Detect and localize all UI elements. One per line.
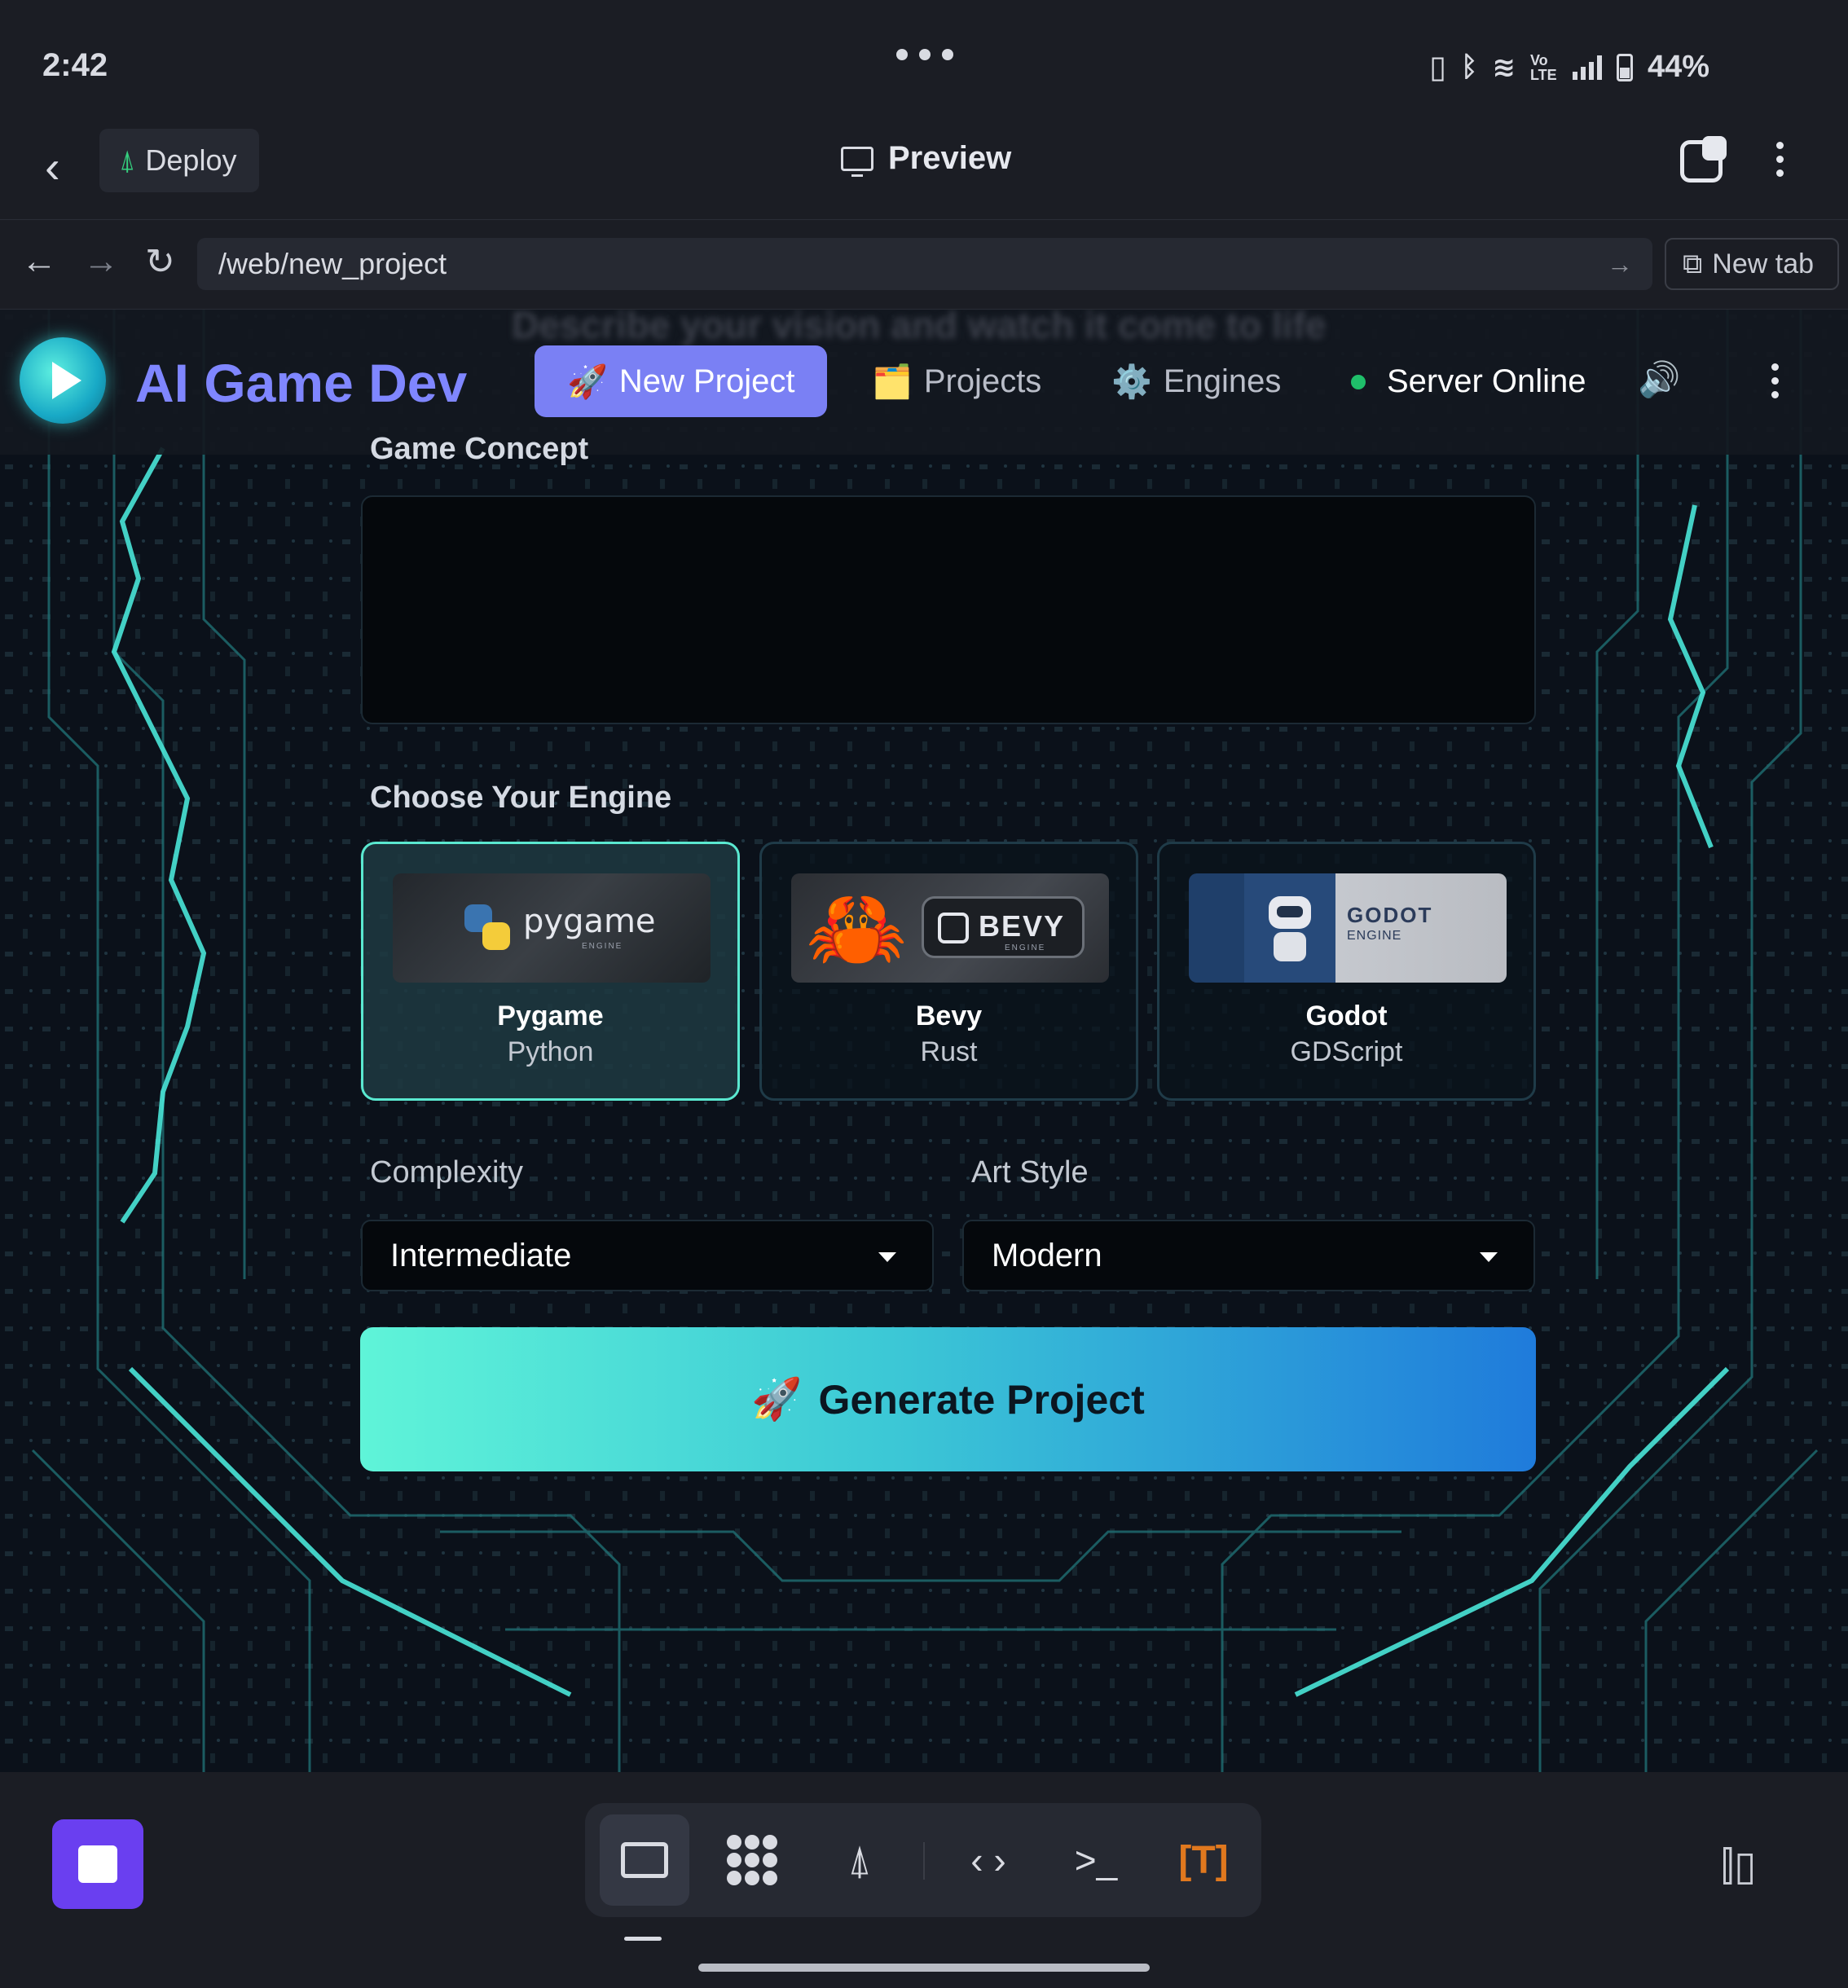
deploy-icon[interactable]: ⍋ bbox=[815, 1814, 904, 1906]
status-icons: ▯ ᛒ ≋ Vo LTE 44% bbox=[1429, 49, 1709, 86]
stop-button[interactable] bbox=[52, 1819, 143, 1909]
nav-projects-label: Projects bbox=[923, 363, 1042, 399]
engine-card-bevy[interactable]: 🦀 BEVY ENGINE Bevy Rust bbox=[759, 842, 1138, 1101]
reload-icon[interactable]: ↻ bbox=[145, 241, 175, 283]
terminal-icon[interactable]: >_ bbox=[1051, 1814, 1141, 1906]
tabs-icon[interactable] bbox=[1680, 136, 1727, 183]
rocket-icon: 🚀 bbox=[751, 1376, 803, 1422]
rocket-icon: 🚀 bbox=[567, 363, 608, 400]
art-style-value: Modern bbox=[992, 1237, 1102, 1273]
complexity-select[interactable]: Intermediate bbox=[361, 1220, 934, 1291]
game-concept-label: Game Concept bbox=[370, 432, 589, 466]
gear-icon: ⚙️ bbox=[1111, 363, 1152, 400]
more-menu-icon[interactable] bbox=[1776, 142, 1784, 177]
vibrate-icon: ▯ bbox=[1429, 51, 1447, 85]
godot-logo-text: GODOT bbox=[1347, 903, 1433, 927]
python-icon bbox=[464, 904, 510, 950]
faded-tagline: Describe your vision and watch it come t… bbox=[512, 310, 1327, 346]
bottom-toolbar: ⍋ ‹ › >_ [T] ⫿▯ bbox=[0, 1772, 1848, 1988]
nav-engines[interactable]: ⚙️ Engines bbox=[1079, 345, 1313, 417]
crab-icon: 🦀 bbox=[806, 883, 908, 974]
generate-project-button[interactable]: 🚀 Generate Project bbox=[360, 1327, 1536, 1471]
brand-title[interactable]: AI Game Dev bbox=[135, 352, 467, 414]
signal-icon bbox=[1572, 55, 1602, 80]
monitor-icon[interactable] bbox=[600, 1814, 689, 1906]
complexity-label: Complexity bbox=[370, 1155, 523, 1190]
art-style-label: Art Style bbox=[971, 1155, 1089, 1190]
engine-card-pygame[interactable]: pygame ENGINE Pygame Python bbox=[361, 842, 740, 1101]
url-row: ← → ↻ /web/new_project → ⧉ New tab bbox=[0, 220, 1848, 310]
volte-icon: Vo LTE bbox=[1529, 51, 1557, 83]
monitor-icon bbox=[841, 146, 873, 177]
deploy-icon: ⍋ bbox=[119, 144, 136, 176]
forward-arrow-icon[interactable]: → bbox=[83, 241, 119, 282]
bevy-logo-text: BEVY bbox=[979, 909, 1066, 943]
engine-language: Python bbox=[507, 1036, 594, 1067]
nav-projects[interactable]: 🗂️ Projects bbox=[839, 345, 1074, 417]
back-icon[interactable]: ‹ bbox=[45, 140, 60, 193]
tool-dock: ⍋ ‹ › >_ [T] bbox=[585, 1803, 1261, 1917]
chevron-down-icon bbox=[878, 1252, 896, 1262]
url-input[interactable]: /web/new_project → bbox=[197, 238, 1652, 290]
status-time: 2:42 bbox=[42, 47, 108, 83]
play-logo-icon[interactable] bbox=[20, 337, 106, 424]
active-indicator bbox=[624, 1937, 662, 1941]
godot-logo-sub: ENGINE bbox=[1347, 929, 1402, 943]
godot-logo: GODOT ENGINE bbox=[1189, 873, 1507, 983]
deploy-button[interactable]: ⍋ Deploy bbox=[99, 129, 259, 192]
server-status: Server Online bbox=[1351, 363, 1586, 400]
choose-engine-heading: Choose Your Engine bbox=[370, 781, 672, 815]
preview-title: Preview bbox=[841, 140, 1011, 177]
battery-icon bbox=[1616, 53, 1633, 81]
battery-percent: 44% bbox=[1647, 50, 1709, 84]
preview-label: Preview bbox=[888, 140, 1012, 176]
pygame-logo-text: pygame bbox=[523, 903, 656, 940]
engine-name: Pygame bbox=[497, 1001, 604, 1031]
chevron-down-icon bbox=[1480, 1252, 1498, 1262]
code-icon[interactable]: ‹ › bbox=[944, 1814, 1033, 1906]
app-toolbar: ‹ ⍋ Deploy Preview bbox=[0, 122, 1848, 220]
status-dot-icon bbox=[1351, 374, 1366, 389]
go-arrow-icon[interactable]: → bbox=[1607, 249, 1633, 279]
bevy-logo: 🦀 BEVY ENGINE bbox=[791, 873, 1109, 983]
app-menu-icon[interactable] bbox=[1771, 363, 1779, 398]
engine-name: Bevy bbox=[915, 1001, 983, 1031]
nav-new-project[interactable]: 🚀 New Project bbox=[535, 345, 828, 417]
folder-icon: 🗂️ bbox=[872, 363, 913, 400]
split-view-icon[interactable]: ⫿▯ bbox=[1721, 1842, 1757, 1890]
nav-engines-label: Engines bbox=[1163, 363, 1282, 399]
new-tab-button[interactable]: ⧉ New tab bbox=[1665, 238, 1839, 290]
speaker-icon[interactable]: 🔊 bbox=[1638, 360, 1680, 400]
dock-divider bbox=[923, 1842, 925, 1880]
external-link-icon: ⧉ bbox=[1683, 248, 1703, 279]
bluetooth-icon: ᛒ bbox=[1461, 51, 1478, 82]
art-style-select[interactable]: Modern bbox=[962, 1220, 1535, 1291]
bevy-logo-sub: ENGINE bbox=[1005, 943, 1046, 952]
new-tab-label: New tab bbox=[1712, 248, 1815, 279]
app-header: Describe your vision and watch it come t… bbox=[0, 310, 1848, 455]
bevy-mark-icon bbox=[938, 913, 969, 943]
engine-card-godot[interactable]: GODOT ENGINE Godot GDScript bbox=[1157, 842, 1536, 1101]
pygame-logo: pygame ENGINE bbox=[393, 873, 711, 983]
wifi-icon: ≋ bbox=[1492, 51, 1516, 83]
back-arrow-icon[interactable]: ← bbox=[21, 241, 57, 282]
url-text: /web/new_project bbox=[218, 247, 447, 280]
web-page: Describe your vision and watch it come t… bbox=[0, 310, 1848, 1772]
engine-language: GDScript bbox=[1290, 1036, 1403, 1067]
home-indicator[interactable] bbox=[698, 1964, 1150, 1972]
pygame-logo-sub: ENGINE bbox=[582, 942, 623, 951]
more-dots-icon bbox=[896, 49, 953, 60]
complexity-value: Intermediate bbox=[390, 1237, 572, 1273]
generate-project-label: Generate Project bbox=[818, 1376, 1145, 1423]
nav-new-project-label: New Project bbox=[618, 363, 795, 399]
workflow-icon[interactable] bbox=[707, 1814, 797, 1906]
deploy-label: Deploy bbox=[145, 143, 237, 177]
game-concept-textarea[interactable] bbox=[361, 495, 1536, 724]
status-bar: 2:42 ▯ ᛒ ≋ Vo LTE 44% bbox=[0, 0, 1848, 130]
server-status-label: Server Online bbox=[1387, 363, 1586, 399]
engine-language: Rust bbox=[920, 1036, 978, 1067]
template-icon[interactable]: [T] bbox=[1159, 1814, 1248, 1906]
robot-icon bbox=[1262, 891, 1318, 965]
engine-name: Godot bbox=[1305, 1001, 1388, 1031]
